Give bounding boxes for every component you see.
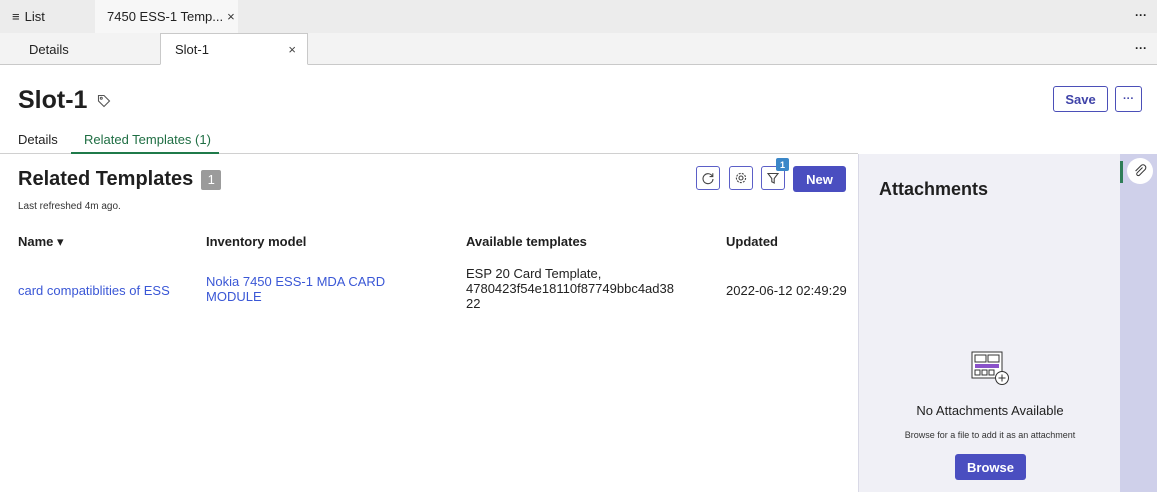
page-title-text: Slot-1 — [18, 86, 88, 114]
tab-list-label: List — [24, 9, 45, 24]
paperclip-icon — [1135, 164, 1147, 177]
top-tabs-more-icon[interactable]: ··· — [1135, 8, 1147, 22]
row-inventory-link[interactable]: Nokia 7450 ESS-1 MDA CARD MODULE — [206, 274, 416, 304]
subtab-slot-1[interactable]: Slot-1 × — [160, 33, 308, 65]
close-icon[interactable]: × — [288, 42, 296, 57]
refresh-icon — [702, 173, 714, 185]
add-attachment-icon — [971, 351, 1011, 392]
column-header-name[interactable]: Name ▾ — [18, 234, 64, 250]
available-line-1: ESP 20 Card Template, — [466, 266, 602, 281]
close-icon[interactable]: × — [227, 9, 235, 24]
tab-template-record[interactable]: 7450 ESS-1 Temp... × — [95, 0, 238, 33]
page-title: Slot-1 — [18, 86, 111, 115]
tag-icon[interactable] — [97, 86, 111, 115]
new-button[interactable]: New — [793, 166, 846, 192]
row-available-templates: ESP 20 Card Template, 4780423f54e18110f8… — [466, 266, 726, 311]
attachments-panel: Attachments No Attachments Available Bro… — [858, 154, 1120, 492]
row-name-link[interactable]: card compatiblities of ESS — [18, 283, 170, 298]
hamburger-icon: ≡ — [12, 9, 20, 24]
tab-template-label: 7450 ESS-1 Temp... — [107, 9, 224, 24]
available-line-3: 22 — [466, 296, 481, 311]
row-updated: 2022-06-12 02:49:29 — [726, 283, 847, 298]
section-title-text: Related Templates — [18, 168, 194, 190]
subtab-details[interactable]: Details — [0, 33, 158, 65]
last-refreshed-text: Last refreshed 4m ago. — [18, 201, 121, 212]
filter-count-badge: 1 — [776, 158, 789, 171]
tab-details[interactable]: Details — [18, 132, 58, 147]
browse-button[interactable]: Browse — [955, 454, 1026, 480]
column-header-updated[interactable]: Updated — [726, 234, 778, 249]
section-title: Related Templates 1 — [18, 168, 222, 191]
available-line-2: 4780423f54e18110f87749bbc4ad38 — [466, 281, 674, 296]
attachment-toggle-button[interactable] — [1127, 158, 1153, 184]
sub-tabs-more-icon[interactable]: ··· — [1135, 41, 1147, 55]
gear-icon — [735, 172, 747, 184]
top-tab-bar: ≡ List 7450 ESS-1 Temp... × ··· — [0, 0, 1157, 33]
refresh-button[interactable] — [696, 166, 720, 190]
more-actions-button[interactable]: ··· — [1115, 86, 1142, 112]
save-button[interactable]: Save — [1053, 86, 1108, 112]
settings-button[interactable] — [729, 166, 753, 190]
tab-related-templates[interactable]: Related Templates (1) — [71, 132, 219, 154]
sub-tab-bar: Details Slot-1 × ··· — [0, 33, 1157, 65]
subtab-details-label: Details — [29, 41, 69, 57]
no-attachments-text: No Attachments Available — [916, 403, 1064, 418]
attachments-title: Attachments — [879, 179, 989, 199]
filter-icon — [766, 172, 780, 184]
column-header-inventory-model[interactable]: Inventory model — [206, 234, 306, 249]
tab-list[interactable]: ≡ List — [0, 0, 92, 33]
subtab-slot-label: Slot-1 — [175, 41, 209, 57]
record-tabs: Details Related Templates (1) — [0, 130, 858, 154]
side-rail — [1120, 154, 1157, 492]
browse-hint-text: Browse for a file to add it as an attach… — [904, 430, 1076, 440]
count-badge: 1 — [201, 169, 222, 190]
active-rail-marker — [1120, 161, 1123, 183]
column-header-available-templates[interactable]: Available templates — [466, 234, 587, 249]
